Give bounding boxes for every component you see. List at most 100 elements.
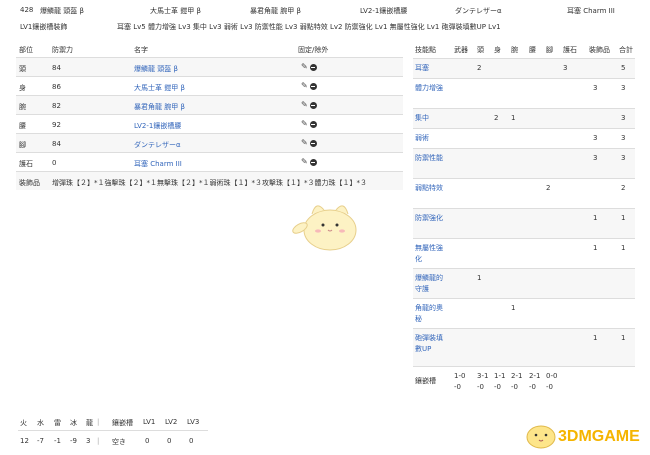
- header-legs: ダンテレザーα: [455, 7, 502, 15]
- col-body: 身: [494, 46, 501, 54]
- skill-link[interactable]: 防禦強化: [415, 213, 449, 224]
- skill-link[interactable]: 角龍的奧秘: [415, 303, 449, 325]
- header-skills: 耳塞 Lv5 體力增強 Lv3 集中 Lv3 弱術 Lv3 防禦性能 Lv3 弱…: [117, 23, 501, 31]
- resist-ice-header: 冰: [70, 419, 77, 427]
- slots-label: 鑲嵌槽: [415, 377, 436, 385]
- table-row: 腳 84 ダンテレザーα ✎: [16, 133, 403, 152]
- equipment-table: 部位 防禦力 名字 固定/除外 頭 84 爆鱗龍 頭盔 β ✎ 身 86 大馬士…: [16, 41, 403, 190]
- pin-icon[interactable]: ✎: [301, 82, 308, 90]
- pin-icon[interactable]: ✎: [301, 63, 308, 71]
- decoration-label: 裝飾品: [19, 179, 40, 187]
- resist-thunder: -1: [54, 437, 61, 445]
- skill-cell: 3: [621, 154, 626, 162]
- skill-cell: 2: [494, 114, 499, 122]
- exclude-icon[interactable]: [309, 63, 317, 71]
- header-arms: 暴君角龍 腕甲 β: [250, 7, 301, 15]
- skill-cell: 2: [621, 184, 626, 192]
- exclude-icon[interactable]: [309, 139, 317, 147]
- skill-cell: 5: [621, 64, 626, 72]
- mascot-image: [292, 205, 357, 251]
- skill-cell: 1: [477, 274, 482, 282]
- exclude-icon[interactable]: [309, 120, 317, 128]
- resist-thunder-header: 雷: [54, 419, 61, 427]
- lv1-header: LV1: [143, 418, 156, 426]
- skill-link[interactable]: 耳塞: [415, 63, 449, 74]
- lv2-count: 0: [167, 437, 172, 445]
- skill-cell: 3: [593, 154, 598, 162]
- skill-link[interactable]: 無屬性強化: [415, 243, 449, 265]
- table-row: 砲彈裝填數UP 1 1: [413, 328, 635, 366]
- skill-link[interactable]: 體力增強: [415, 83, 449, 94]
- skill-cell: 3: [593, 134, 598, 142]
- skill-cell: 3: [621, 114, 626, 122]
- armor-link[interactable]: 暴君角龍 腕甲 β: [134, 102, 185, 112]
- skill-link[interactable]: 防禦性能: [415, 153, 449, 164]
- resist-ice: -9: [70, 437, 77, 445]
- slot-header: 鑲嵌槽: [112, 419, 133, 427]
- table-row: 集中 2 1 3: [413, 108, 635, 128]
- slot-free: 空き: [112, 438, 126, 446]
- slots-row: 鑲嵌槽 1-0-0 3-1-0 1-1-0 2-1-0 2-1-0 0-0-0: [413, 366, 635, 404]
- resist-water-header: 水: [37, 419, 44, 427]
- pin-icon[interactable]: ✎: [301, 158, 308, 166]
- armor-link[interactable]: 大馬士革 鎧甲 β: [134, 83, 185, 93]
- armor-link[interactable]: ダンテレザーα: [134, 140, 181, 150]
- header-charm: 耳塞 Charm III: [567, 7, 615, 15]
- col-part: 部位: [19, 46, 33, 54]
- pin-icon[interactable]: ✎: [301, 120, 308, 128]
- watermark-mascot-icon: [526, 425, 556, 449]
- col-defense: 防禦力: [52, 46, 73, 54]
- col-skill: 技能點: [415, 46, 436, 54]
- col-weapon: 武器: [454, 46, 468, 54]
- skill-link[interactable]: 爆鱗龍的守護: [415, 273, 449, 295]
- skill-points-table: 技能點 武器 頭 身 腕 腰 腳 護石 裝飾品 合計 耳塞 2 3 5 體力增強 3 3 集中…: [413, 41, 635, 404]
- skill-cell: 2: [477, 64, 482, 72]
- slot-value: 1-0-0: [454, 372, 466, 391]
- lv2-header: LV2: [165, 418, 178, 426]
- resist-water: -7: [37, 437, 44, 445]
- slot-value: 2-1-0: [529, 372, 541, 391]
- skill-link[interactable]: 弱術: [415, 133, 449, 144]
- part-label: 頭: [19, 65, 26, 73]
- exclude-icon[interactable]: [309, 82, 317, 90]
- skill-table-header: 技能點 武器 頭 身 腕 腰 腳 護石 裝飾品 合計: [413, 41, 635, 58]
- resist-fire-header: 火: [20, 419, 27, 427]
- defense-value: 92: [52, 121, 61, 129]
- skill-cell: 3: [621, 84, 626, 92]
- table-row: 腰 92 LV2-1鑲嵌槽腰 ✎: [16, 114, 403, 133]
- table-row: 體力增強 3 3: [413, 78, 635, 108]
- defense-value: 84: [52, 140, 61, 148]
- resist-dragon-header: 龍: [86, 419, 93, 427]
- skill-cell: 3: [621, 134, 626, 142]
- pin-icon[interactable]: ✎: [301, 139, 308, 147]
- table-row: 身 86 大馬士革 鎧甲 β ✎: [16, 76, 403, 95]
- slot-value: 0-0-0: [546, 372, 558, 391]
- resist-dragon: 3: [86, 437, 91, 445]
- skill-cell: 3: [563, 64, 568, 72]
- divider: |: [97, 418, 100, 426]
- defense-value: 84: [52, 64, 61, 72]
- table-row: 耳塞 2 3 5: [413, 58, 635, 78]
- divider: |: [97, 437, 100, 445]
- col-head: 頭: [477, 46, 484, 54]
- resist-fire: 12: [20, 437, 29, 445]
- skill-cell: 1: [621, 214, 626, 222]
- armor-link[interactable]: 爆鱗龍 頭盔 β: [134, 64, 178, 74]
- header-charm-slot: LV1鑲嵌槽裝飾: [20, 23, 68, 31]
- pin-icon[interactable]: ✎: [301, 101, 308, 109]
- skill-link[interactable]: 弱點特效: [415, 183, 449, 194]
- part-label: 腰: [19, 122, 26, 130]
- part-label: 護石: [19, 160, 33, 168]
- defense-value: 0: [52, 159, 57, 167]
- col-arms: 腕: [511, 46, 518, 54]
- lv1-count: 0: [145, 437, 150, 445]
- table-row: 角龍的奧秘 1: [413, 298, 635, 328]
- exclude-icon[interactable]: [309, 158, 317, 166]
- skill-link[interactable]: 砲彈裝填數UP: [415, 333, 449, 355]
- table-row: 頭 84 爆鱗龍 頭盔 β ✎: [16, 57, 403, 76]
- armor-link[interactable]: LV2-1鑲嵌槽腰: [134, 121, 181, 131]
- header-head: 爆鱗龍 頭盔 β: [40, 7, 84, 15]
- skill-link[interactable]: 集中: [415, 113, 449, 124]
- charm-link[interactable]: 耳塞 Charm III: [134, 159, 182, 169]
- exclude-icon[interactable]: [309, 101, 317, 109]
